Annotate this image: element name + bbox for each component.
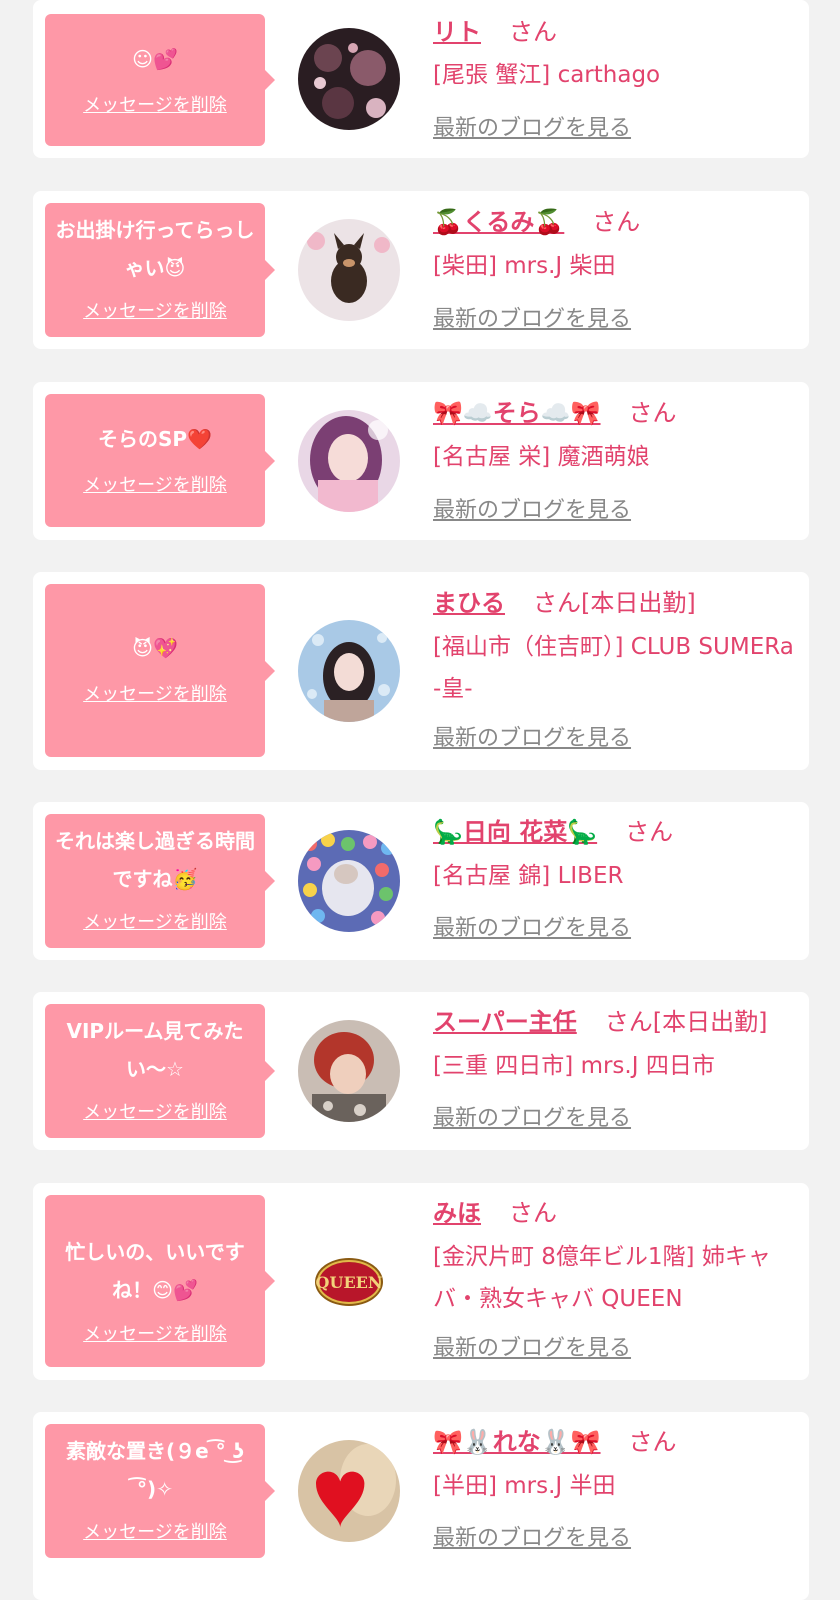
message-text: お出掛け行ってらっしゃい😈	[55, 218, 255, 280]
cast-info: 🍒くるみ🍒 さん [柴田] mrs.J 柴田 最新のブログを見る	[433, 191, 795, 349]
name-line: 🦕日向 花菜🦕 さん	[433, 814, 795, 850]
name-line: みほ さん	[433, 1195, 795, 1231]
cast-name-link[interactable]: スーパー主任	[433, 1008, 577, 1036]
avatar-photo-red-hair	[298, 1020, 400, 1122]
message-bubble: 😈💖 メッセージを削除	[45, 584, 275, 757]
delete-message-link[interactable]: メッセージを削除	[45, 474, 265, 498]
name-line: 🍒くるみ🍒 さん	[433, 204, 795, 240]
name-line: リト さん	[433, 14, 795, 50]
message-bubble: お出掛け行ってらっしゃい😈 メッセージを削除	[45, 203, 275, 337]
honorific: さん	[628, 399, 677, 427]
shop-info: [名古屋 錦] LIBER	[433, 863, 624, 889]
latest-blog-link[interactable]: 最新のブログを見る	[433, 1334, 631, 1364]
latest-blog-link[interactable]: 最新のブログを見る	[433, 914, 631, 944]
message-text: そらのSP❤️	[98, 427, 212, 451]
message-text: 忙しいの、いいですね！😊💕	[65, 1240, 245, 1302]
shop-info: [名古屋 栄] 魔酒萌娘	[433, 444, 650, 470]
message-card: ☺︎💕 メッセージを削除 リト さん [尾張 蟹江] carthago 最新のブロ…	[33, 0, 809, 158]
cast-name-link[interactable]: リト	[433, 18, 481, 46]
message-card: それは楽し過ぎる時間ですね🥳 メッセージを削除 🦕日向 花菜🦕 さん [名古屋 …	[33, 802, 809, 960]
avatar[interactable]	[298, 830, 400, 932]
avatar[interactable]	[298, 28, 400, 130]
avatar[interactable]	[298, 1440, 400, 1542]
avatar[interactable]	[298, 219, 400, 321]
name-line: 🎀🐰れな🐰🎀 さん	[433, 1424, 795, 1460]
cast-name-link[interactable]: 🎀☁️そら☁️🎀	[433, 399, 601, 427]
message-text: 😈💖	[132, 636, 178, 660]
message-text: ☺︎💕	[132, 47, 178, 71]
cast-info: 🦕日向 花菜🦕 さん [名古屋 錦] LIBER 最新のブログを見る	[433, 802, 795, 960]
shop-info: [三重 四日市] mrs.J 四日市	[433, 1053, 715, 1079]
shop-info: [柴田] mrs.J 柴田	[433, 253, 616, 279]
cast-name-link[interactable]: 🎀🐰れな🐰🎀	[433, 1428, 601, 1456]
avatar-photo-blue-sparkle	[298, 620, 400, 722]
delete-message-link[interactable]: メッセージを削除	[45, 300, 265, 324]
honorific: さん	[509, 18, 557, 46]
latest-blog-link[interactable]: 最新のブログを見る	[433, 724, 631, 754]
message-text: 素敵な置き(９e ͡° ͜ʖ ͡°)✧	[65, 1439, 245, 1501]
latest-blog-link[interactable]: 最新のブログを見る	[433, 305, 631, 335]
message-list: ☺︎💕 メッセージを削除 リト さん [尾張 蟹江] carthago 最新のブロ…	[0, 0, 840, 1600]
honorific: さん	[625, 818, 674, 846]
name-line: まひる さん[本日出勤]	[433, 585, 795, 621]
cast-info: スーパー主任 さん[本日出勤] [三重 四日市] mrs.J 四日市 最新のブログ…	[433, 992, 795, 1150]
latest-blog-link[interactable]: 最新のブログを見る	[433, 1524, 631, 1554]
message-bubble: そらのSP❤️ メッセージを削除	[45, 394, 275, 527]
cast-name-link[interactable]: 🍒くるみ🍒	[433, 208, 564, 236]
message-text: VIPルーム見てみたい〜☆	[66, 1019, 244, 1081]
cast-info: みほ さん [金沢片町 8億年ビル1階] 姉キャバ・熟女キャバ QUEEN 最新の…	[433, 1183, 795, 1380]
avatar-photo-heart	[298, 1440, 400, 1542]
honorific: さん[本日出勤]	[604, 1008, 768, 1036]
message-card: そらのSP❤️ メッセージを削除 🎀☁️そら☁️🎀 さん [名古屋 栄] 魔酒萌娘…	[33, 382, 809, 540]
message-bubble: 素敵な置き(９e ͡° ͜ʖ ͡°)✧ メッセージを削除	[45, 1424, 275, 1558]
cast-info: まひる さん[本日出勤] [福山市（住吉町）] CLUB SUMERa -皇- 最…	[433, 572, 795, 770]
message-card: 素敵な置き(９e ͡° ͜ʖ ͡°)✧ メッセージを削除 🎀🐰れな🐰🎀 さん [半…	[33, 1412, 809, 1600]
avatar-photo-dark-pattern	[298, 28, 400, 130]
message-bubble: VIPルーム見てみたい〜☆ メッセージを削除	[45, 1004, 275, 1138]
latest-blog-link[interactable]: 最新のブログを見る	[433, 114, 631, 144]
message-card: VIPルーム見てみたい〜☆ メッセージを削除 スーパー主任 さん[本日出勤] [三…	[33, 992, 809, 1150]
cast-info: 🎀☁️そら☁️🎀 さん [名古屋 栄] 魔酒萌娘 最新のブログを見る	[433, 382, 795, 540]
message-card: お出掛け行ってらっしゃい😈 メッセージを削除 🍒くるみ🍒 さん [柴田] mrs.…	[33, 191, 809, 349]
cast-info: リト さん [尾張 蟹江] carthago 最新のブログを見る	[433, 0, 795, 158]
latest-blog-link[interactable]: 最新のブログを見る	[433, 1104, 631, 1134]
delete-message-link[interactable]: メッセージを削除	[45, 1521, 265, 1545]
shop-info: [半田] mrs.J 半田	[433, 1473, 616, 1499]
delete-message-link[interactable]: メッセージを削除	[45, 1323, 265, 1347]
message-card: 😈💖 メッセージを削除 まひる さん[本日出勤] [福山市（住吉町）] CLUB …	[33, 572, 809, 770]
honorific: さん[本日出勤]	[533, 589, 696, 617]
shop-info: [尾張 蟹江] carthago	[433, 62, 661, 88]
shop-info: [福山市（住吉町）] CLUB SUMERa -皇-	[433, 634, 794, 702]
avatar[interactable]	[298, 620, 400, 722]
message-bubble: それは楽し過ぎる時間ですね🥳 メッセージを削除	[45, 814, 275, 948]
honorific: さん	[592, 208, 641, 236]
delete-message-link[interactable]: メッセージを削除	[45, 911, 265, 935]
avatar-logo-queen: QUEEN	[298, 1231, 400, 1333]
honorific: さん	[509, 1199, 557, 1227]
message-bubble: 忙しいの、いいですね！😊💕 メッセージを削除	[45, 1195, 275, 1367]
cast-name-link[interactable]: 🦕日向 花菜🦕	[433, 818, 597, 846]
name-line: 🎀☁️そら☁️🎀 さん	[433, 395, 795, 431]
delete-message-link[interactable]: メッセージを削除	[45, 683, 265, 707]
name-line: スーパー主任 さん[本日出勤]	[433, 1004, 795, 1040]
delete-message-link[interactable]: メッセージを削除	[45, 1101, 265, 1125]
avatar[interactable]: QUEEN	[298, 1231, 400, 1333]
honorific: さん	[628, 1428, 677, 1456]
message-bubble: ☺︎💕 メッセージを削除	[45, 14, 275, 146]
avatar[interactable]	[298, 410, 400, 512]
cast-name-link[interactable]: まひる	[433, 589, 505, 617]
message-text: それは楽し過ぎる時間ですね🥳	[55, 829, 255, 891]
delete-message-link[interactable]: メッセージを削除	[45, 94, 265, 118]
latest-blog-link[interactable]: 最新のブログを見る	[433, 496, 631, 526]
cast-info: 🎀🐰れな🐰🎀 さん [半田] mrs.J 半田 最新のブログを見る	[433, 1412, 795, 1600]
message-card: 忙しいの、いいですね！😊💕 メッセージを削除 QUEEN みほ さん [金沢片町 …	[33, 1183, 809, 1380]
avatar-photo-dog	[298, 219, 400, 321]
cast-name-link[interactable]: みほ	[433, 1199, 481, 1227]
shop-info: [金沢片町 8億年ビル1階] 姉キャバ・熟女キャバ QUEEN	[433, 1244, 771, 1312]
avatar-photo-purple-hair	[298, 410, 400, 512]
avatar[interactable]	[298, 1020, 400, 1122]
queen-logo-text: QUEEN	[316, 1273, 383, 1292]
avatar-photo-ball-pit	[298, 830, 400, 932]
